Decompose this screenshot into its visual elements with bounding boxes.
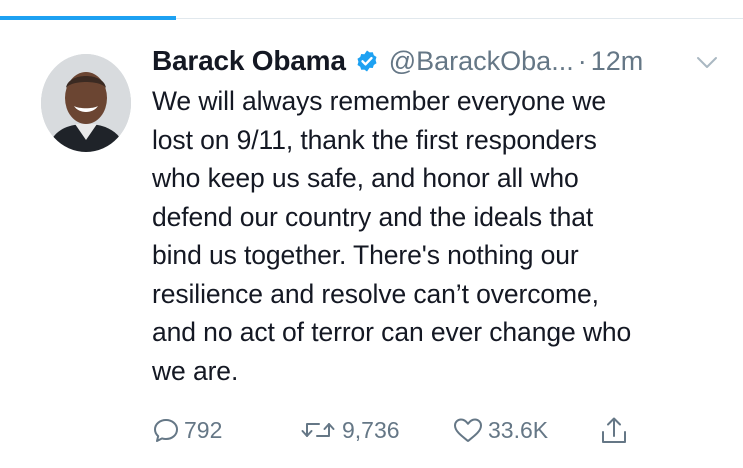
reply-icon xyxy=(152,416,180,444)
like-button[interactable]: 33.6K xyxy=(452,410,548,450)
active-tab-indicator xyxy=(0,16,176,20)
tweet-actions: 792 9,736 33.6K xyxy=(0,410,743,450)
tweet-text: We will always remember everyone we lost… xyxy=(152,86,632,386)
tweet-timestamp[interactable]: 12m xyxy=(591,46,644,77)
retweet-button[interactable]: 9,736 xyxy=(298,410,400,450)
verified-badge-icon xyxy=(355,49,379,73)
share-icon xyxy=(598,414,630,446)
reply-count: 792 xyxy=(184,416,223,443)
share-button[interactable] xyxy=(598,410,630,450)
author-display-name[interactable]: Barack Obama xyxy=(152,45,346,77)
profile-photo xyxy=(41,54,131,152)
retweet-icon xyxy=(298,416,338,444)
heart-icon xyxy=(452,416,484,444)
chevron-down-icon[interactable] xyxy=(695,55,719,71)
like-count: 33.6K xyxy=(488,416,549,443)
retweet-count: 9,736 xyxy=(342,416,400,443)
avatar[interactable] xyxy=(41,54,131,152)
reply-button[interactable]: 792 xyxy=(152,410,222,450)
meta-separator: · xyxy=(577,45,587,76)
tweet-header: Barack Obama @BarackOba... · 12m xyxy=(152,44,643,78)
author-handle[interactable]: @BarackOba... xyxy=(389,46,574,77)
